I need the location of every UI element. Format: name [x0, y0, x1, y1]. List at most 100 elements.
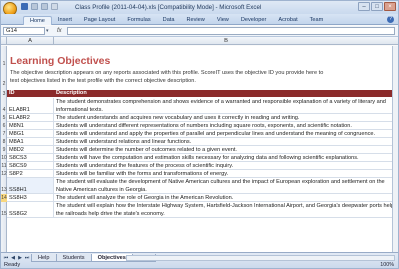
ribbon-tab-home[interactable]: Home	[23, 16, 52, 25]
description-line: Students will be familiar with the forms…	[56, 171, 229, 177]
objective-id-cell[interactable]: S8CS3	[7, 154, 54, 161]
objective-id-cell[interactable]: M8N1	[7, 122, 54, 129]
objective-description-cell[interactable]: The student will evaluate the developmen…	[54, 178, 398, 193]
excel-window: Class Profile (2011-04-04).xls [Compatib…	[0, 0, 399, 269]
redo-icon[interactable]	[41, 3, 48, 10]
ribbon-tab-view[interactable]: View	[211, 16, 235, 25]
status-ready: Ready	[4, 262, 21, 268]
header-description[interactable]: Description	[56, 90, 87, 97]
objective-id-cell[interactable]: M8A1	[7, 138, 54, 145]
row-number[interactable]: 1	[1, 48, 7, 68]
customize-toolbar-icon[interactable]	[51, 3, 58, 10]
objective-id-cell[interactable]: SS8H1	[7, 178, 54, 193]
horizontal-scrollbar[interactable]	[126, 255, 395, 261]
ribbon-tab-team[interactable]: Team	[304, 16, 330, 25]
description-line: Students will have the computation and e…	[56, 155, 359, 161]
table-row[interactable]: SS8H1 The student will evaluate the devel…	[7, 178, 398, 194]
objective-description-cell[interactable]: Students will understand and apply the p…	[54, 130, 398, 137]
objective-description-cell[interactable]: Students will understand the features of…	[54, 162, 398, 169]
description-line: Students will determine the number of ou…	[56, 147, 237, 153]
objective-id: M8G1	[9, 131, 25, 137]
objective-id: S8CS3	[9, 155, 27, 161]
objective-id: SS8G2	[9, 211, 28, 217]
description-line: The objective description appears on any…	[10, 70, 324, 76]
first-sheet-icon[interactable]: ⏮	[3, 255, 9, 261]
objective-id-cell[interactable]: M8G1	[7, 130, 54, 137]
column-headers: A B	[1, 37, 398, 45]
objective-description-cell[interactable]: The student will analyze the role of Geo…	[54, 194, 398, 201]
status-bar: ⏮ ◀ ▶ ⏭ HelpStudentsObjectivesTest Ready…	[1, 252, 398, 268]
save-icon[interactable]	[21, 3, 28, 10]
column-header-a[interactable]: A	[7, 37, 54, 45]
objective-id-cell[interactable]: SS8G2	[7, 202, 54, 217]
objective-id: S8CS9	[9, 163, 27, 169]
maximize-button[interactable]: □	[371, 2, 383, 11]
objective-description-cell[interactable]: Students will understand different repre…	[54, 122, 398, 129]
table-row[interactable]: SS8G2 The student will explain how the In…	[7, 202, 398, 218]
objective-id: M8A1	[9, 139, 24, 145]
prev-sheet-icon[interactable]: ◀	[10, 255, 16, 261]
ribbon-tab-formulas[interactable]: Formulas	[121, 16, 156, 25]
table-row[interactable]: S8P2 Students will be familiar with the f…	[7, 170, 398, 178]
table-row[interactable]: ELA8R1 The student demonstrates comprehen…	[7, 98, 398, 114]
objective-description-cell[interactable]: Students will be familiar with the forms…	[54, 170, 398, 177]
close-button[interactable]: ×	[384, 2, 396, 11]
objective-description-cell[interactable]: Students will understand relations and l…	[54, 138, 398, 145]
table-row[interactable]: M8G1 Students will understand and apply t…	[7, 130, 398, 138]
objective-id-cell[interactable]: SS8H3	[7, 194, 54, 201]
sheet-tab-help[interactable]: Help	[31, 254, 57, 262]
objective-description-cell[interactable]: The student will explain how the Interst…	[54, 202, 398, 217]
minimize-button[interactable]: –	[358, 2, 370, 11]
description-line: Native American cultures in Georgia.	[56, 187, 147, 193]
sheet-tab-students[interactable]: Students	[55, 254, 92, 262]
column-header-b[interactable]: B	[54, 37, 398, 45]
objective-id-cell[interactable]: M8D2	[7, 146, 54, 153]
table-row[interactable]: SS8H3 The student will analyze the role o…	[7, 194, 398, 202]
formula-bar: G14 ▾ fx	[1, 26, 398, 37]
ribbon-tabs: Home Insert Page Layout Formulas Data Review V…	[23, 16, 329, 25]
table-row[interactable]: S8CS9 Students will understand the featur…	[7, 162, 398, 170]
description-line: test objectives listed in the test profi…	[10, 78, 196, 84]
objective-id-cell[interactable]: S8CS9	[7, 162, 54, 169]
objective-description-cell[interactable]: The student understands and acquires new…	[54, 114, 398, 121]
undo-icon[interactable]	[31, 3, 38, 10]
description-line: The student demonstrates comprehension a…	[56, 99, 386, 105]
table-row[interactable]: S8CS3 Students will have the computation …	[7, 154, 398, 162]
description-line: informational texts.	[56, 107, 103, 113]
chevron-down-icon[interactable]: ▾	[46, 28, 52, 34]
fx-label[interactable]: fx	[57, 28, 62, 34]
table-row[interactable]: ELA8R2 The student understands and acquir…	[7, 114, 398, 122]
vertical-scrollbar[interactable]	[392, 46, 398, 252]
ribbon-tab-insert[interactable]: Insert	[52, 16, 78, 25]
window-title: Class Profile (2011-04-04).xls [Compatib…	[75, 4, 262, 11]
objective-id-cell[interactable]: S8P2	[7, 170, 54, 177]
description-line: Students will understand the features of…	[56, 163, 234, 169]
objective-id-cell[interactable]: ELA8R1	[7, 98, 54, 113]
ribbon-tab-developer[interactable]: Developer	[235, 16, 273, 25]
objective-description-cell[interactable]: Students will determine the number of ou…	[54, 146, 398, 153]
objective-description-cell[interactable]: The student demonstrates comprehension a…	[54, 98, 398, 113]
objective-id: S8P2	[9, 171, 23, 177]
table-row[interactable]: M8N1 Students will understand different r…	[7, 122, 398, 130]
table-row[interactable]: M8A1 Students will understand relations a…	[7, 138, 398, 146]
ribbon-tab-acrobat[interactable]: Acrobat	[272, 16, 303, 25]
objective-id: ELA8R1	[9, 107, 30, 113]
ribbon-tab-page-layout[interactable]: Page Layout	[78, 16, 121, 25]
ribbon-tab-review[interactable]: Review	[180, 16, 210, 25]
table-row[interactable]: M8D2 Students will determine the number o…	[7, 146, 398, 154]
quick-access-toolbar	[21, 3, 58, 10]
description-line: The student will explain how the Interst…	[56, 203, 395, 209]
next-sheet-icon[interactable]: ▶	[17, 255, 23, 261]
row-number[interactable]: 2	[1, 66, 7, 88]
objective-id-cell[interactable]: ELA8R2	[7, 114, 54, 121]
help-icon[interactable]: ?	[387, 16, 394, 23]
worksheet-grid[interactable]: 1 2 3 4 5 6 7 8 9 10 11 12 13 14 15 Learning Objective…	[1, 46, 398, 252]
zoom-level[interactable]: 100%	[380, 262, 394, 268]
header-id[interactable]: ID	[9, 90, 15, 97]
formula-input[interactable]	[67, 27, 395, 35]
last-sheet-icon[interactable]: ⏭	[24, 255, 30, 261]
objective-description-cell[interactable]: Students will have the computation and e…	[54, 154, 398, 161]
ribbon-tab-data[interactable]: Data	[157, 16, 181, 25]
name-box[interactable]: G14	[3, 27, 45, 35]
table-header-row: ID Description	[7, 90, 398, 97]
